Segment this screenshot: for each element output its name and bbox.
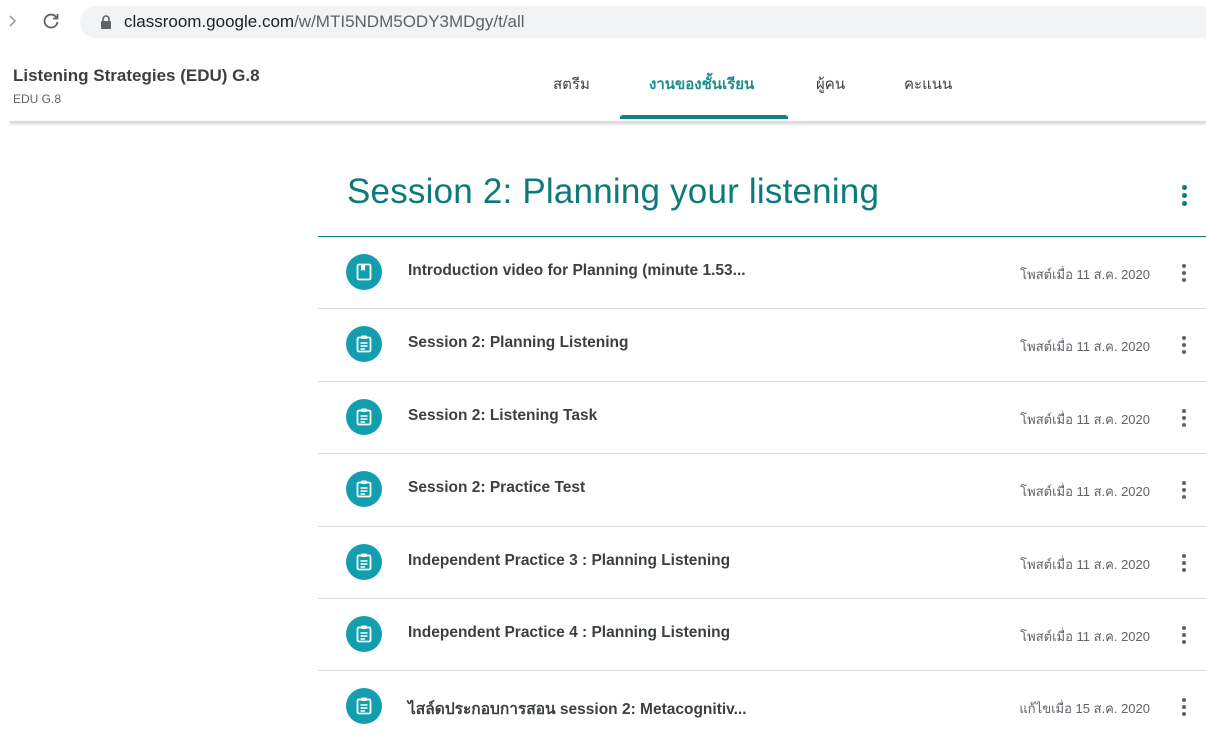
list-item[interactable]: Independent Practice 4 : Planning Listen…: [318, 599, 1206, 672]
item-title[interactable]: Session 2: Planning Listening: [408, 334, 628, 352]
assignment-icon: [346, 543, 382, 580]
url-text: classroom.google.com/w/MTI5NDM5ODY3MDgy/…: [124, 11, 525, 33]
more-vert-icon[interactable]: [1176, 478, 1192, 502]
list-item[interactable]: Introduction video for Planning (minute …: [318, 237, 1206, 310]
tab-stream[interactable]: สตรีม: [553, 72, 590, 96]
header-divider: [10, 121, 1206, 123]
classwork-list: Introduction video for Planning (minute …: [318, 237, 1206, 744]
item-title[interactable]: Introduction video for Planning (minute …: [408, 262, 746, 280]
class-header: Listening Strategies (EDU) G.8 EDU G.8 ส…: [0, 48, 1206, 122]
browser-toolbar: classroom.google.com/w/MTI5NDM5ODY3MDgy/…: [0, 0, 1206, 42]
tab-classwork[interactable]: งานของชั้นเรียน: [649, 72, 754, 96]
tab-grades[interactable]: คะแนน: [904, 72, 952, 96]
item-date: แก้ไขเมื่อ 15 ส.ค. 2020: [1019, 701, 1150, 717]
item-date: โพสต์เมื่อ 11 ส.ค. 2020: [1020, 267, 1150, 282]
list-item[interactable]: Independent Practice 3 : Planning Listen…: [318, 527, 1206, 599]
forward-icon[interactable]: [6, 10, 20, 32]
more-vert-icon[interactable]: [1176, 261, 1192, 285]
class-section: EDU G.8: [13, 92, 62, 106]
material-icon: [346, 254, 382, 290]
assignment-icon: [346, 688, 382, 725]
class-title[interactable]: Listening Strategies (EDU) G.8: [13, 66, 260, 86]
assignment-icon: [346, 398, 382, 435]
list-item[interactable]: ไสล์ดประกอบการสอน session 2: Metacogniti…: [318, 671, 1206, 743]
item-date: โพสต์เมื่อ 11 ส.ค. 2020: [1020, 556, 1150, 572]
item-date: โพสต์เมื่อ 11 ส.ค. 2020: [1020, 339, 1150, 355]
item-date: โพสต์เมื่อ 11 ส.ค. 2020: [1020, 628, 1150, 644]
list-item[interactable]: Session 2: Planning Listening โพสต์เมื่อ…: [318, 309, 1206, 382]
item-title[interactable]: Session 2: Practice Test: [408, 479, 585, 497]
more-vert-icon[interactable]: [1176, 551, 1192, 575]
tab-people[interactable]: ผู้คน: [816, 72, 845, 96]
item-title[interactable]: ไสล์ดประกอบการสอน session 2: Metacogniti…: [408, 696, 747, 721]
more-vert-icon[interactable]: [1176, 695, 1192, 719]
assignment-icon: [346, 471, 382, 508]
list-item[interactable]: Session 2: Practice Test โพสต์เมื่อ 11 ส…: [318, 454, 1206, 527]
more-vert-icon[interactable]: [1176, 406, 1192, 430]
item-title[interactable]: Independent Practice 3 : Planning Listen…: [408, 552, 730, 570]
lock-icon: [100, 15, 112, 29]
item-title[interactable]: Independent Practice 4 : Planning Listen…: [408, 624, 730, 642]
item-date: โพสต์เมื่อ 11 ส.ค. 2020: [1020, 484, 1150, 500]
reload-icon[interactable]: [40, 10, 62, 32]
url-path: /w/MTI5NDM5ODY3MDgy/t/all: [294, 12, 525, 31]
assignment-icon: [346, 326, 382, 363]
item-date: โพสต์เมื่อ 11 ส.ค. 2020: [1020, 411, 1150, 427]
more-vert-icon[interactable]: [1176, 333, 1192, 357]
active-tab-indicator: [620, 115, 788, 119]
assignment-icon: [346, 615, 382, 652]
url-host: classroom.google.com: [124, 12, 295, 31]
address-bar[interactable]: classroom.google.com/w/MTI5NDM5ODY3MDgy/…: [80, 6, 1206, 38]
topic-title: Session 2: Planning your listening: [347, 172, 880, 211]
more-vert-icon[interactable]: [1176, 623, 1192, 647]
more-vert-icon[interactable]: [1174, 180, 1194, 210]
item-title[interactable]: Session 2: Listening Task: [408, 407, 597, 425]
list-item[interactable]: Session 2: Listening Task โพสต์เมื่อ 11 …: [318, 382, 1206, 455]
